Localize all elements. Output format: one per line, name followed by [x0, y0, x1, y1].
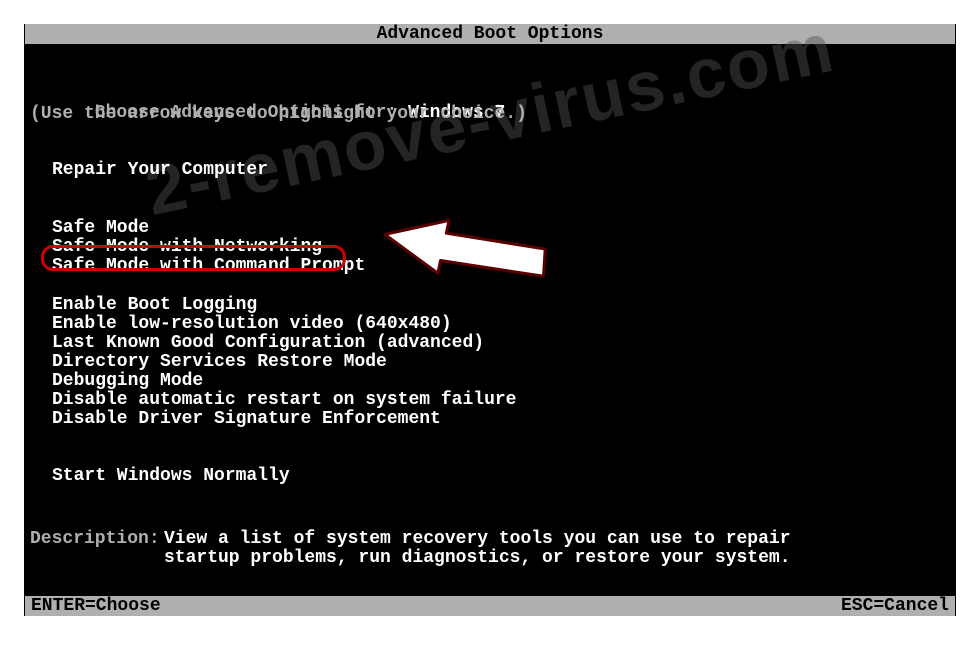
boot-screen: Advanced Boot Options 2-remove-virus.com…	[24, 24, 956, 616]
footer-bar: ENTER=Choose ESC=Cancel	[25, 596, 955, 616]
footer-enter: ENTER=Choose	[31, 596, 161, 616]
menu-ds-restore-mode[interactable]: Directory Services Restore Mode	[52, 353, 387, 371]
menu-disable-auto-restart[interactable]: Disable automatic restart on system fail…	[52, 391, 516, 409]
menu-last-known-good[interactable]: Last Known Good Configuration (advanced)	[52, 334, 484, 352]
screenshot-frame: Advanced Boot Options 2-remove-virus.com…	[0, 0, 980, 650]
screen-title: Advanced Boot Options	[25, 24, 955, 44]
menu-repair-your-computer[interactable]: Repair Your Computer	[52, 161, 268, 179]
menu-low-res-video[interactable]: Enable low-resolution video (640x480)	[52, 315, 452, 333]
description-line-2: startup problems, run diagnostics, or re…	[164, 549, 791, 567]
description-line-1: View a list of system recovery tools you…	[164, 530, 791, 548]
arrow-icon	[373, 219, 553, 283]
menu-safe-mode[interactable]: Safe Mode	[52, 219, 149, 237]
menu-start-normally[interactable]: Start Windows Normally	[52, 467, 290, 485]
menu-enable-boot-logging[interactable]: Enable Boot Logging	[52, 296, 257, 314]
menu-safe-mode-networking[interactable]: Safe Mode with Networking	[52, 238, 322, 256]
menu-debugging-mode[interactable]: Debugging Mode	[52, 372, 203, 390]
menu-safe-mode-command-prompt[interactable]: Safe Mode with Command Prompt	[52, 257, 365, 275]
description-label: Description:	[30, 530, 160, 548]
menu-disable-driver-sig[interactable]: Disable Driver Signature Enforcement	[52, 410, 441, 428]
intro-line-2: (Use the arrow keys to highlight your ch…	[30, 105, 527, 123]
footer-esc: ESC=Cancel	[841, 596, 949, 616]
